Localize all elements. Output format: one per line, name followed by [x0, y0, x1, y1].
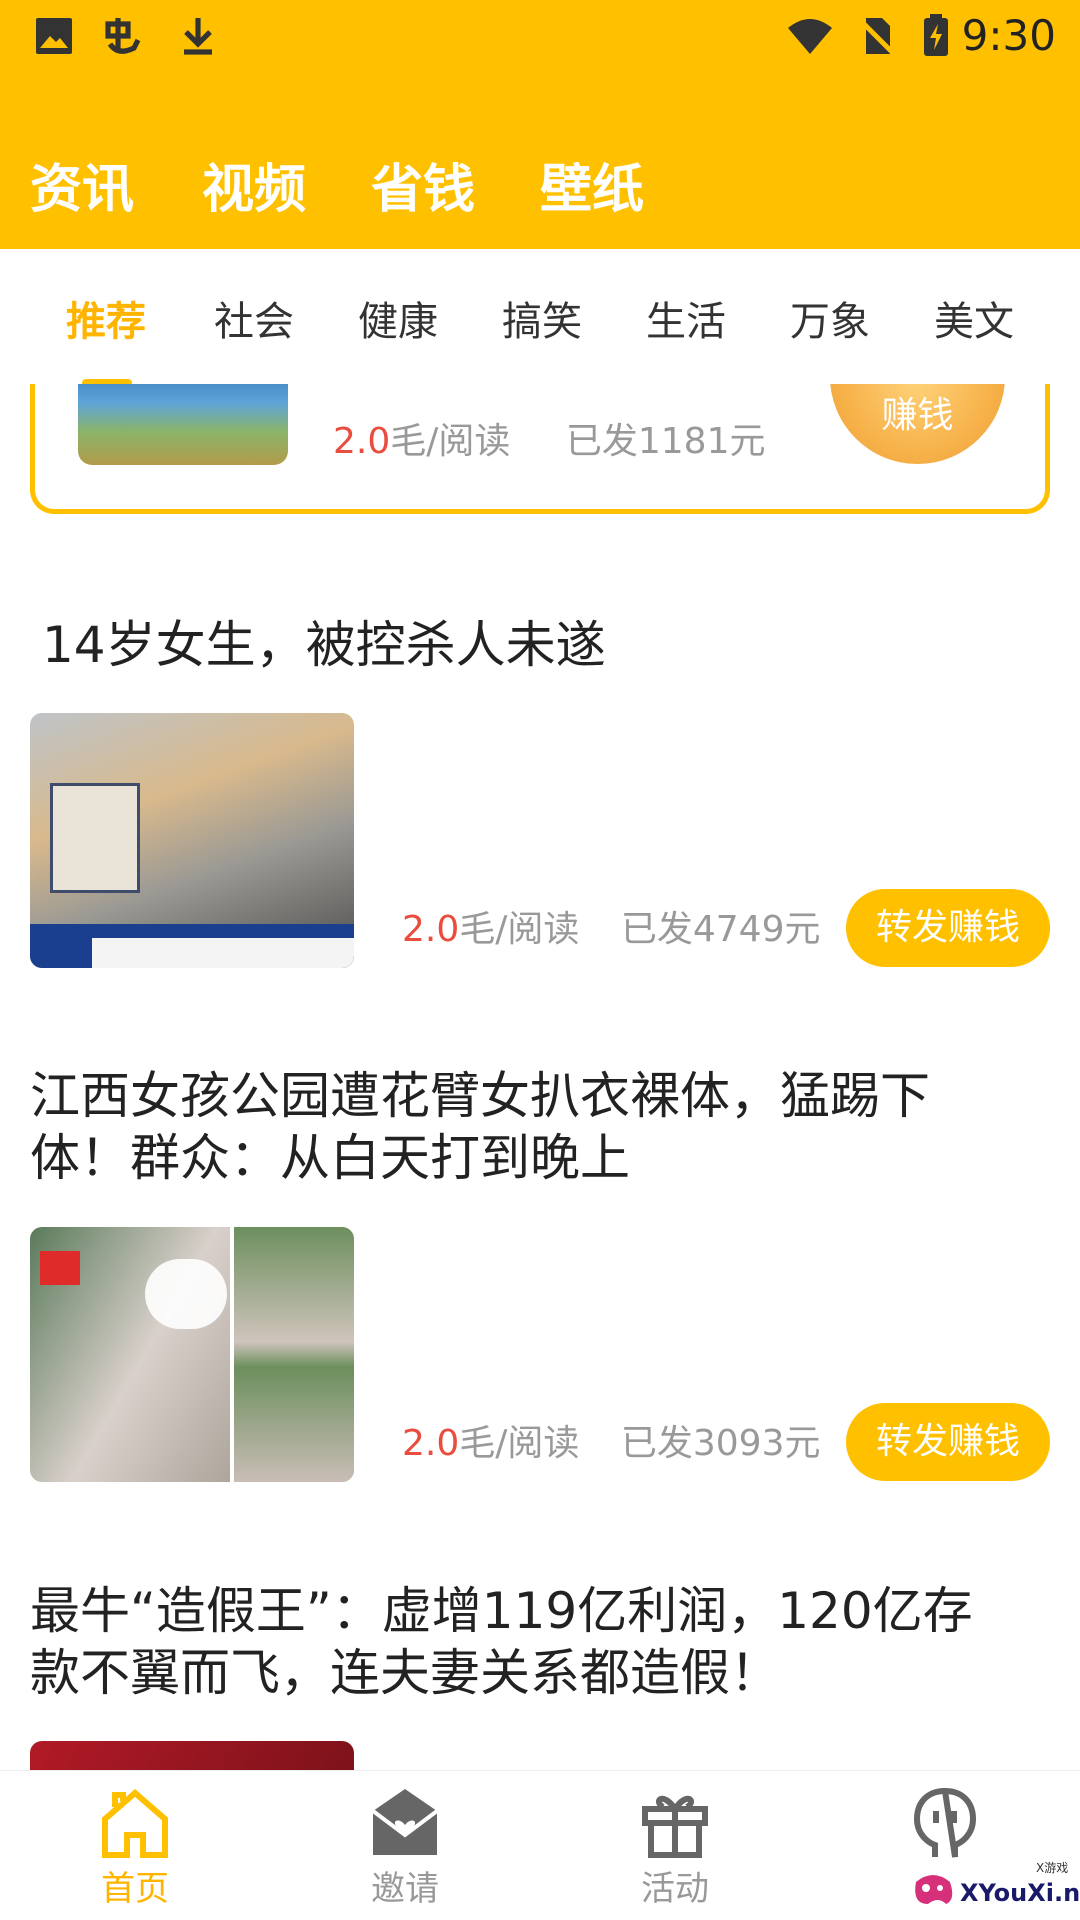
category-variety[interactable]: 万象 — [790, 297, 870, 347]
category-health[interactable]: 健康 — [358, 297, 438, 347]
thumbnail-badge — [40, 1251, 80, 1285]
article-title[interactable]: 江西女孩公园遭花臂女扒衣裸体，猛踢下体！群众：从白天打到晚上 — [30, 1065, 1020, 1189]
nav-activity[interactable]: 活动 — [540, 1771, 810, 1920]
tab-video[interactable]: 视频 — [202, 150, 306, 230]
profile-icon — [913, 1787, 977, 1858]
category-funny[interactable]: 搞笑 — [502, 297, 582, 347]
nav-label: 首页 — [101, 1869, 169, 1909]
tab-save-money[interactable]: 省钱 — [371, 150, 475, 230]
site-watermark: X游戏 XYouXi.net — [908, 1861, 1080, 1918]
gamepad-logo-icon — [915, 1875, 953, 1904]
article-thumbnail[interactable] — [30, 713, 354, 968]
thumbnail-sign — [50, 783, 140, 893]
featured-thumbnail[interactable] — [78, 384, 288, 465]
article-meta: 2.0毛/阅读 已发4749元 — [402, 908, 820, 952]
featured-meta: 2.0毛/阅读 已发1181元 — [333, 420, 765, 464]
tab-news[interactable]: 资讯 — [30, 150, 134, 230]
image-icon — [36, 18, 72, 54]
status-bar: 9:30 — [0, 0, 1080, 75]
article-thumbnail[interactable] — [30, 1741, 354, 1770]
nav-invite[interactable]: 邀请 — [270, 1771, 540, 1920]
download-icon — [184, 18, 212, 55]
category-recommend[interactable]: 推荐 — [66, 297, 146, 347]
thumbnail-side-panels — [230, 1227, 354, 1482]
wifi-icon — [788, 19, 832, 54]
watermark-small-text: X游戏 — [1036, 1861, 1069, 1875]
featured-rate-value: 2.0 — [333, 421, 391, 462]
earn-button[interactable]: 赚钱 — [830, 384, 1005, 464]
thumbnail-bubble — [145, 1259, 227, 1329]
top-tabs: 资讯 视频 省钱 壁纸 — [0, 150, 1080, 230]
app-header: 9:30 资讯 视频 省钱 壁纸 — [0, 0, 1080, 249]
home-icon — [102, 1789, 168, 1858]
status-time: 9:30 — [961, 11, 1056, 60]
nav-label: 活动 — [641, 1869, 709, 1909]
article-thumbnail[interactable] — [30, 1227, 354, 1482]
gift-icon — [642, 1795, 708, 1858]
article-meta: 2.0毛/阅读 已发3093元 — [402, 1422, 820, 1466]
thumbnail-caption-strip — [92, 938, 354, 968]
article-rate-value: 2.0 — [402, 909, 460, 950]
share-earn-button[interactable]: 转发赚钱 — [846, 1403, 1050, 1481]
no-sim-icon — [856, 16, 896, 56]
battery-charging-icon — [924, 14, 948, 56]
article-paid: 已发4749元 — [620, 909, 821, 950]
category-life[interactable]: 生活 — [646, 297, 726, 347]
article-rate-unit: 毛/阅读 — [459, 1423, 580, 1464]
featured-rate-unit: 毛/阅读 — [390, 421, 511, 462]
article-rate-value: 2.0 — [402, 1423, 460, 1464]
tab-wallpaper[interactable]: 壁纸 — [540, 150, 644, 230]
category-tabs: 推荐 社会 健康 搞笑 生活 万象 美文 — [0, 249, 1080, 387]
article-paid: 已发3093元 — [620, 1423, 821, 1464]
featured-paid: 已发1181元 — [565, 421, 766, 462]
invite-envelope-icon — [371, 1789, 439, 1855]
nav-label: 邀请 — [371, 1869, 439, 1909]
featured-card[interactable]: 2.0毛/阅读 已发1181元 赚钱 — [30, 384, 1050, 514]
article-title[interactable]: 最牛“造假王”：虚增119亿利润，120亿存款不翼而飞，连夫妻关系都造假！ — [30, 1580, 1020, 1704]
nav-home[interactable]: 首页 — [0, 1771, 270, 1920]
notification-app-icon — [105, 18, 141, 54]
news-feed[interactable]: 2.0毛/阅读 已发1181元 赚钱 14岁女生，被控杀人未遂 2.0毛/阅读 … — [0, 384, 1080, 1770]
article-rate-unit: 毛/阅读 — [459, 909, 580, 950]
category-society[interactable]: 社会 — [214, 297, 294, 347]
share-earn-button[interactable]: 转发赚钱 — [846, 889, 1050, 967]
category-essays[interactable]: 美文 — [934, 297, 1014, 347]
watermark-text: XYouXi.net — [960, 1879, 1080, 1907]
article-title[interactable]: 14岁女生，被控杀人未遂 — [42, 614, 1032, 676]
